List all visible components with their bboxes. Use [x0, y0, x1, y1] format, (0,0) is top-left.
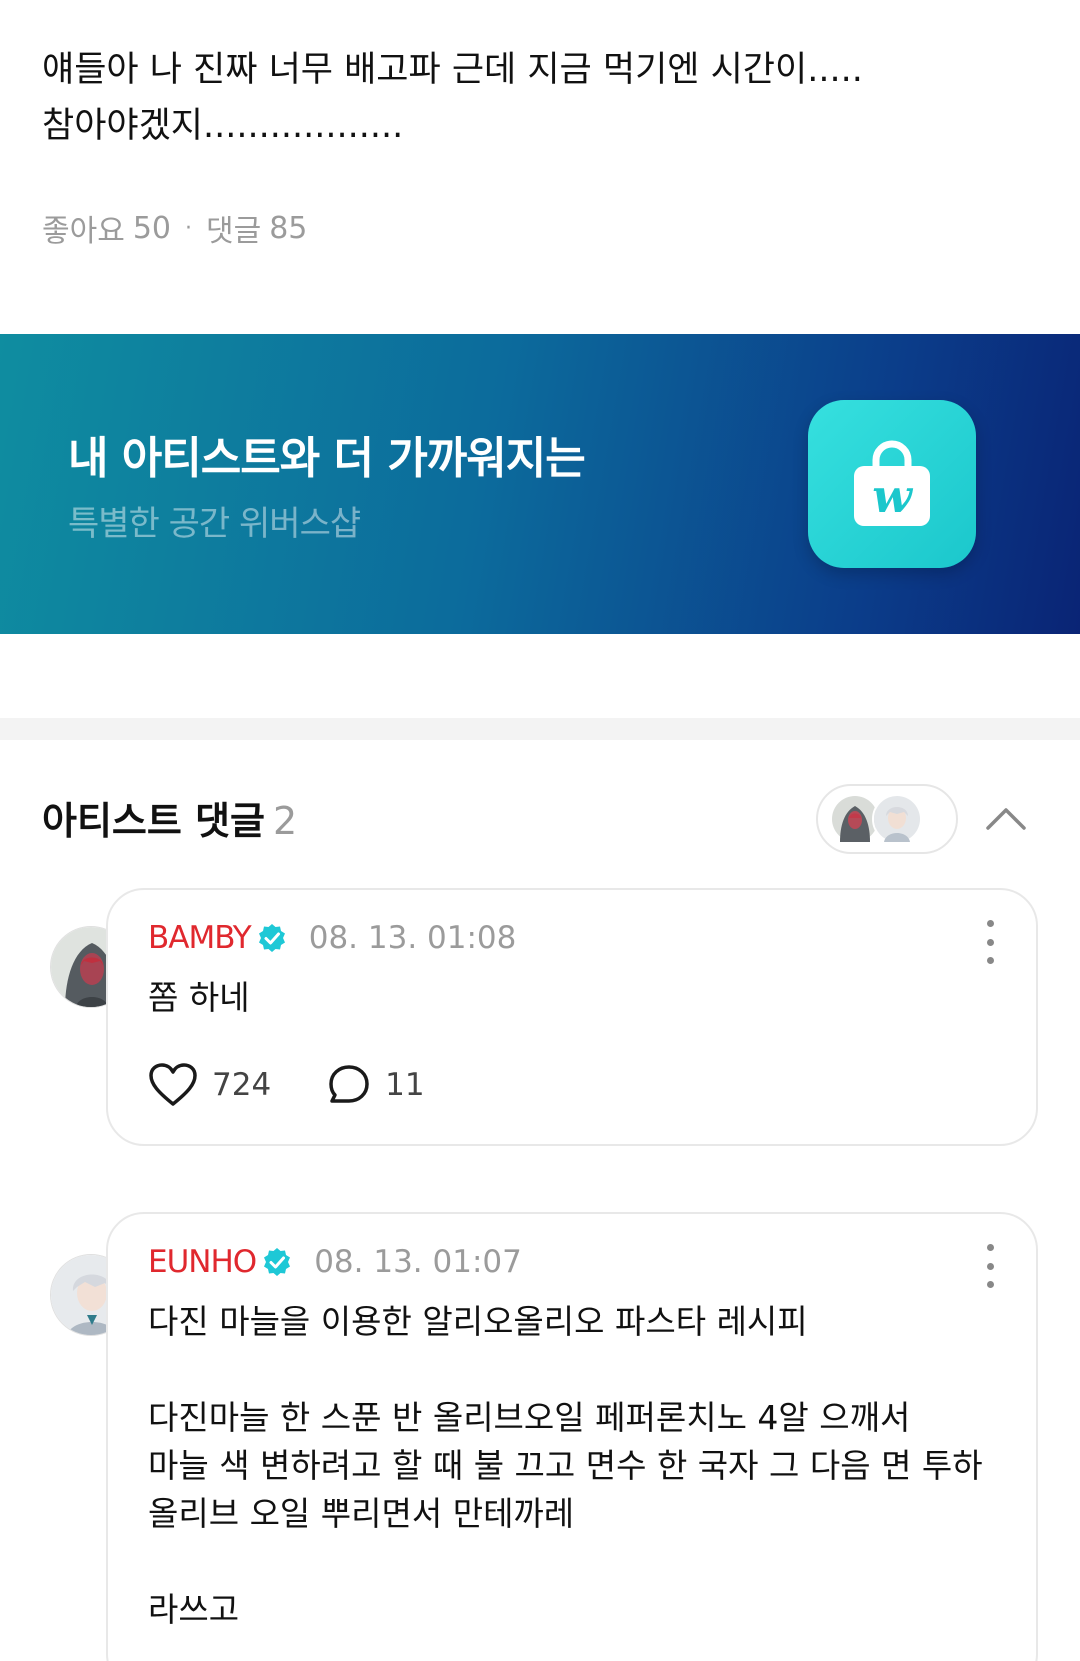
- reply-bubble-icon[interactable]: [327, 1063, 371, 1107]
- collapse-chevron-up-icon[interactable]: [980, 792, 1032, 844]
- reply-count: 11: [385, 1067, 425, 1103]
- verified-badge-icon: [258, 924, 285, 952]
- comment-card-bamby: BAMBY 08. 13. 01:08 쫌 하네 724 11: [106, 888, 1038, 1146]
- more-options-icon[interactable]: [980, 1244, 1000, 1288]
- artist-comments-title: 아티스트 댓글: [42, 799, 265, 843]
- weverse-shop-banner[interactable]: 내 아티스트와 더 가까워지는 특별한 공간 위버스샵 w: [0, 334, 1080, 634]
- comment-text: 다진 마늘을 이용한 알리오올리오 파스타 레시피 다진마늘 한 스푼 반 올리…: [148, 1302, 983, 1629]
- artist-avatar-filter[interactable]: [816, 784, 958, 854]
- comment-timestamp: 08. 13. 01:08: [308, 920, 517, 956]
- more-options-icon[interactable]: [980, 920, 1000, 964]
- post-body-text: 얘들아 나 진짜 너무 배고파 근데 지금 먹기엔 시간이..... 참아야겠지…: [42, 50, 863, 146]
- heart-icon[interactable]: [148, 1062, 198, 1108]
- comment-author[interactable]: EUNHO: [148, 1244, 257, 1280]
- comments-count: 85: [269, 210, 308, 246]
- banner-title: 내 아티스트와 더 가까워지는: [68, 433, 586, 484]
- comment-card-eunho: EUNHO 08. 13. 01:07 다진 마늘을 이용한 알리오올리오 파스…: [106, 1212, 1038, 1661]
- comment-actions: 724 11: [148, 1062, 425, 1108]
- post-stats: 좋아요 50 · 댓글 85: [42, 206, 307, 250]
- stats-separator: ·: [185, 215, 192, 241]
- likes-count: 50: [132, 210, 171, 246]
- comments-label[interactable]: 댓글: [206, 206, 261, 250]
- banner-subtitle: 특별한 공간 위버스샵: [68, 504, 361, 544]
- verified-badge-icon: [264, 1248, 291, 1276]
- weverse-shop-bag-icon: w: [808, 400, 976, 568]
- comment-timestamp: 08. 13. 01:07: [314, 1244, 522, 1280]
- comment-header: BAMBY 08. 13. 01:08: [148, 920, 516, 956]
- avatar-eunho-mini: [872, 794, 922, 844]
- comment-author[interactable]: BAMBY: [148, 920, 252, 956]
- shop-icon-letter: w: [872, 469, 913, 523]
- comment-header: EUNHO 08. 13. 01:07: [148, 1244, 522, 1280]
- comment-text: 쫌 하네: [148, 978, 250, 1017]
- section-divider: [0, 718, 1080, 740]
- artist-comments-count: 2: [273, 799, 298, 843]
- likes-label[interactable]: 좋아요: [42, 206, 125, 250]
- like-count: 724: [212, 1067, 272, 1103]
- artist-comments-header: 아티스트 댓글 2: [42, 790, 297, 845]
